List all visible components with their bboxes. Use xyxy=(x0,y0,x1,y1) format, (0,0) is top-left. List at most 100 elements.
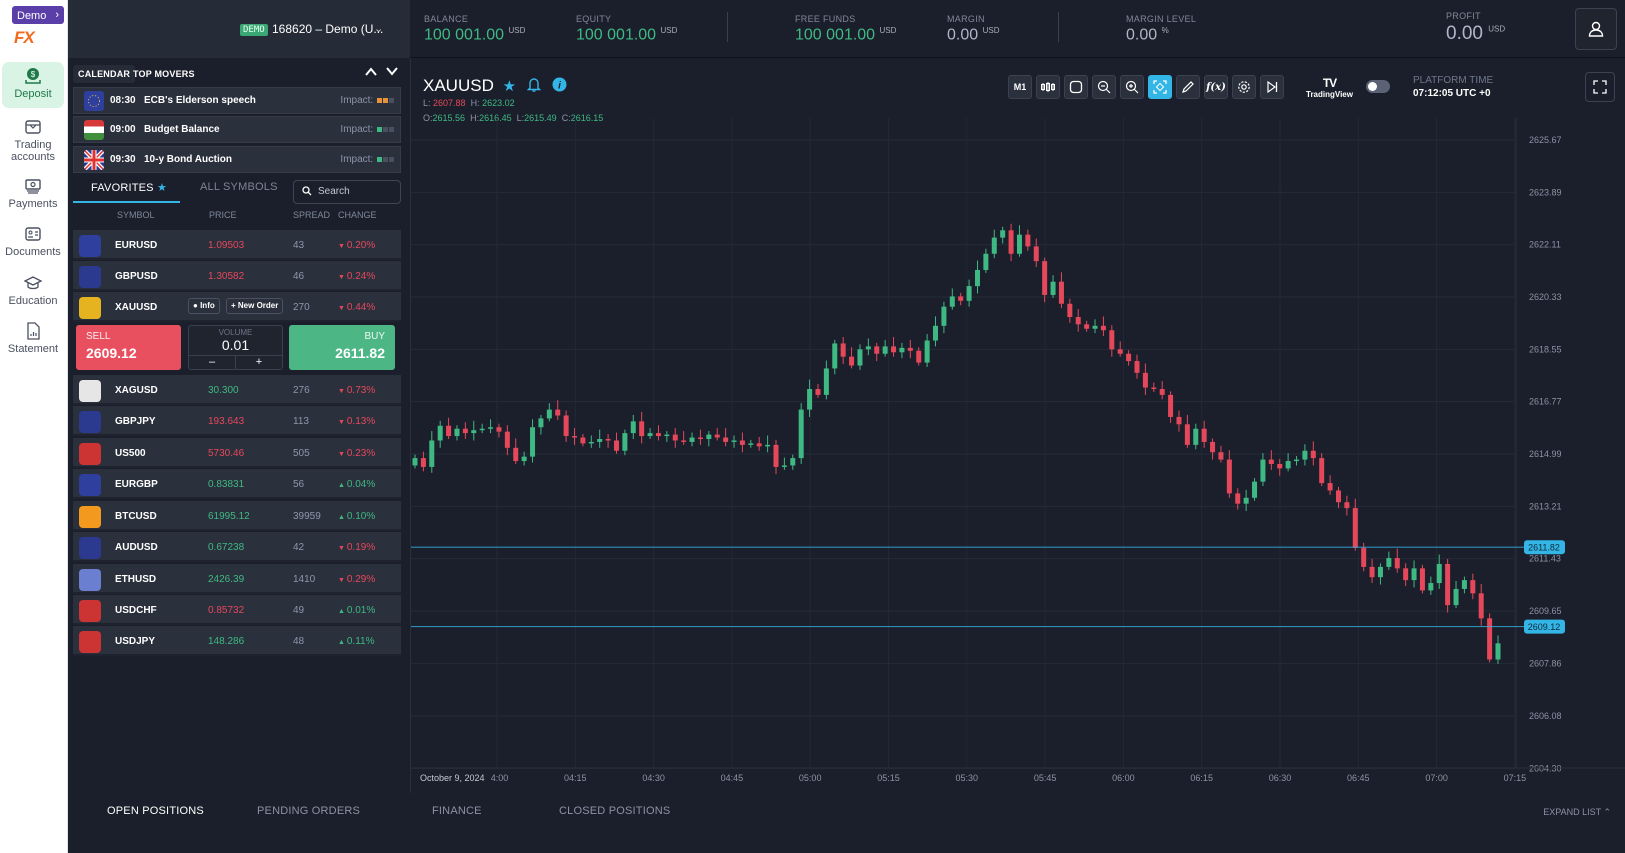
nav-trading-accounts[interactable]: Trading accounts xyxy=(2,118,64,163)
sell-button[interactable]: SELL 2609.12 xyxy=(76,325,181,370)
y-tick-label: 2618.55 xyxy=(1529,344,1562,354)
symbol-row[interactable]: US500 5730.46 505 ▼ 0.23% xyxy=(73,438,401,468)
increase-volume-button[interactable]: + xyxy=(236,356,282,369)
tab-top-movers[interactable]: TOP MOVERS xyxy=(128,65,200,83)
candle-body xyxy=(1109,330,1115,350)
candle-body xyxy=(681,440,687,442)
event-time: 09:30 xyxy=(110,154,136,165)
left-rail: Demo › FX $ Deposit Trading accounts Pay… xyxy=(0,0,68,853)
candle-body xyxy=(739,440,745,445)
documents-icon xyxy=(25,227,41,241)
tab-favorites[interactable]: FAVORITES ★ xyxy=(73,181,180,203)
nav-label: Deposit xyxy=(14,88,52,100)
nav-deposit[interactable]: $ Deposit xyxy=(2,62,64,108)
candle-body xyxy=(882,346,888,354)
calendar-event[interactable]: 09:30 10-y Bond Auction Impact: xyxy=(73,146,401,173)
candle-body xyxy=(488,427,494,429)
nav-label: Documents xyxy=(5,246,61,258)
event-time: 09:00 xyxy=(110,124,136,135)
symbol-row[interactable]: USDCHF 0.85732 49 ▲ 0.01% xyxy=(73,595,401,625)
candle-body xyxy=(865,346,871,350)
candle-body xyxy=(588,441,594,444)
triangle-up-icon: ▲ xyxy=(338,482,347,489)
profile-button[interactable] xyxy=(1575,8,1617,50)
symbol-change: ▼ 0.73% xyxy=(338,385,376,396)
candlestick-chart[interactable]: 2625.67 2623.89 2622.11 2620.33 2618.55 2616.… xyxy=(411,58,1625,793)
symbol-row[interactable]: XAGUSD 30.300 276 ▼ 0.73% xyxy=(73,375,401,405)
payments-icon xyxy=(25,179,41,194)
tab-finance[interactable]: FINANCE xyxy=(432,805,482,817)
nav-payments[interactable]: Payments xyxy=(2,177,64,210)
candle-body xyxy=(714,434,720,438)
volume-stepper[interactable]: VOLUME 0.01 – + xyxy=(188,325,283,370)
symbol-spread: 56 xyxy=(293,479,305,490)
candle-body xyxy=(832,343,838,369)
candle-body xyxy=(1352,508,1358,548)
candle-body xyxy=(1319,458,1325,484)
symbol-row[interactable]: USDJPY 148.286 48 ▲ 0.11% xyxy=(73,626,401,656)
symbol-row[interactable]: AUDUSD 0.67238 42 ▼ 0.19% xyxy=(73,532,401,562)
symbol-change: ▼ 0.29% xyxy=(338,574,376,585)
candle-body xyxy=(857,349,863,366)
nav-statement[interactable]: Statement xyxy=(2,322,64,355)
search-input[interactable]: Search xyxy=(293,180,401,204)
chevron-up-icon[interactable] xyxy=(365,67,377,76)
new-order-button[interactable]: + New Order xyxy=(226,298,284,314)
candle-body xyxy=(781,465,787,467)
candle-body xyxy=(974,269,980,287)
tab-calendar[interactable]: CALENDAR xyxy=(73,65,136,83)
demo-badge[interactable]: Demo › xyxy=(12,6,64,24)
btcusd-icon xyxy=(79,506,101,528)
brand-logo: FX xyxy=(14,28,35,47)
symbol-row[interactable]: EURGBP 0.83831 56 ▲ 0.04% xyxy=(73,469,401,499)
symbol-row[interactable]: GBPUSD 1.30582 46 ▼ 0.24% xyxy=(73,261,401,291)
symbol-row[interactable]: GBPJPY 193.643 113 ▼ 0.13% xyxy=(73,406,401,436)
chevron-down-icon[interactable] xyxy=(386,67,398,76)
candle-body xyxy=(1285,461,1291,469)
candle-body xyxy=(563,415,569,437)
symbol-row[interactable]: EURUSD 1.09503 43 ▼ 0.20% xyxy=(73,230,401,260)
symbol-row[interactable]: XAUUSD 270 ▼ 0.44% ● Info + New Order xyxy=(73,292,401,322)
symbol-row[interactable]: BTCUSD 61995.12 39959 ▲ 0.10% xyxy=(73,501,401,531)
buy-button[interactable]: BUY 2611.82 xyxy=(289,325,395,370)
candle-body xyxy=(1067,303,1073,317)
tab-pending-orders[interactable]: PENDING ORDERS xyxy=(257,805,360,817)
candle-body xyxy=(949,296,955,307)
nav-education[interactable]: Education xyxy=(2,274,64,307)
candle-body xyxy=(1478,593,1484,619)
date-label: October 9, 2024 xyxy=(420,773,485,783)
symbol-change: ▲ 0.01% xyxy=(338,605,376,616)
candle-body xyxy=(504,431,510,448)
volume-input[interactable]: 0.01 xyxy=(189,337,282,353)
candle-body xyxy=(731,440,737,442)
candle-body xyxy=(723,437,729,442)
impact-indicator: Impact: xyxy=(340,95,394,106)
account-selector[interactable]: DEMO 168620 – Demo (U... ⌄ xyxy=(68,0,410,58)
tab-all-symbols[interactable]: ALL SYMBOLS xyxy=(200,181,278,193)
candle-body xyxy=(991,237,997,254)
tab-closed-positions[interactable]: CLOSED POSITIONS xyxy=(559,805,670,817)
expand-list-button[interactable]: EXPAND LIST ⌃ xyxy=(1543,807,1611,818)
tab-open-positions[interactable]: OPEN POSITIONS xyxy=(107,805,204,817)
event-time: 08:30 xyxy=(110,95,136,106)
calendar-event[interactable]: 08:30 ECB's Elderson speech Impact: xyxy=(73,87,401,114)
candle-body xyxy=(1403,568,1409,581)
candle-body xyxy=(1176,416,1182,425)
x-tick-label: 05:45 xyxy=(1034,773,1057,783)
price-line-label: 2609.12 xyxy=(1528,622,1561,632)
candle-body xyxy=(1361,547,1367,567)
symbol-spread: 276 xyxy=(293,385,310,396)
candle-body xyxy=(1470,580,1476,594)
symbol-change: ▼ 0.23% xyxy=(338,448,376,459)
symbol-row[interactable]: ETHUSD 2426.39 1410 ▼ 0.29% xyxy=(73,564,401,594)
decrease-volume-button[interactable]: – xyxy=(189,356,236,369)
candle-body xyxy=(1453,588,1459,606)
calendar-event[interactable]: 09:00 Budget Balance Impact: xyxy=(73,116,401,143)
nav-documents[interactable]: Documents xyxy=(2,225,64,258)
candle-body xyxy=(1428,583,1434,591)
symbol-spread: 270 xyxy=(293,302,310,313)
symbol-change: ▲ 0.04% xyxy=(338,479,376,490)
account-name: 168620 – Demo (U... xyxy=(272,22,384,36)
info-button[interactable]: ● Info xyxy=(188,298,220,314)
symbol-spread: 48 xyxy=(293,636,305,647)
